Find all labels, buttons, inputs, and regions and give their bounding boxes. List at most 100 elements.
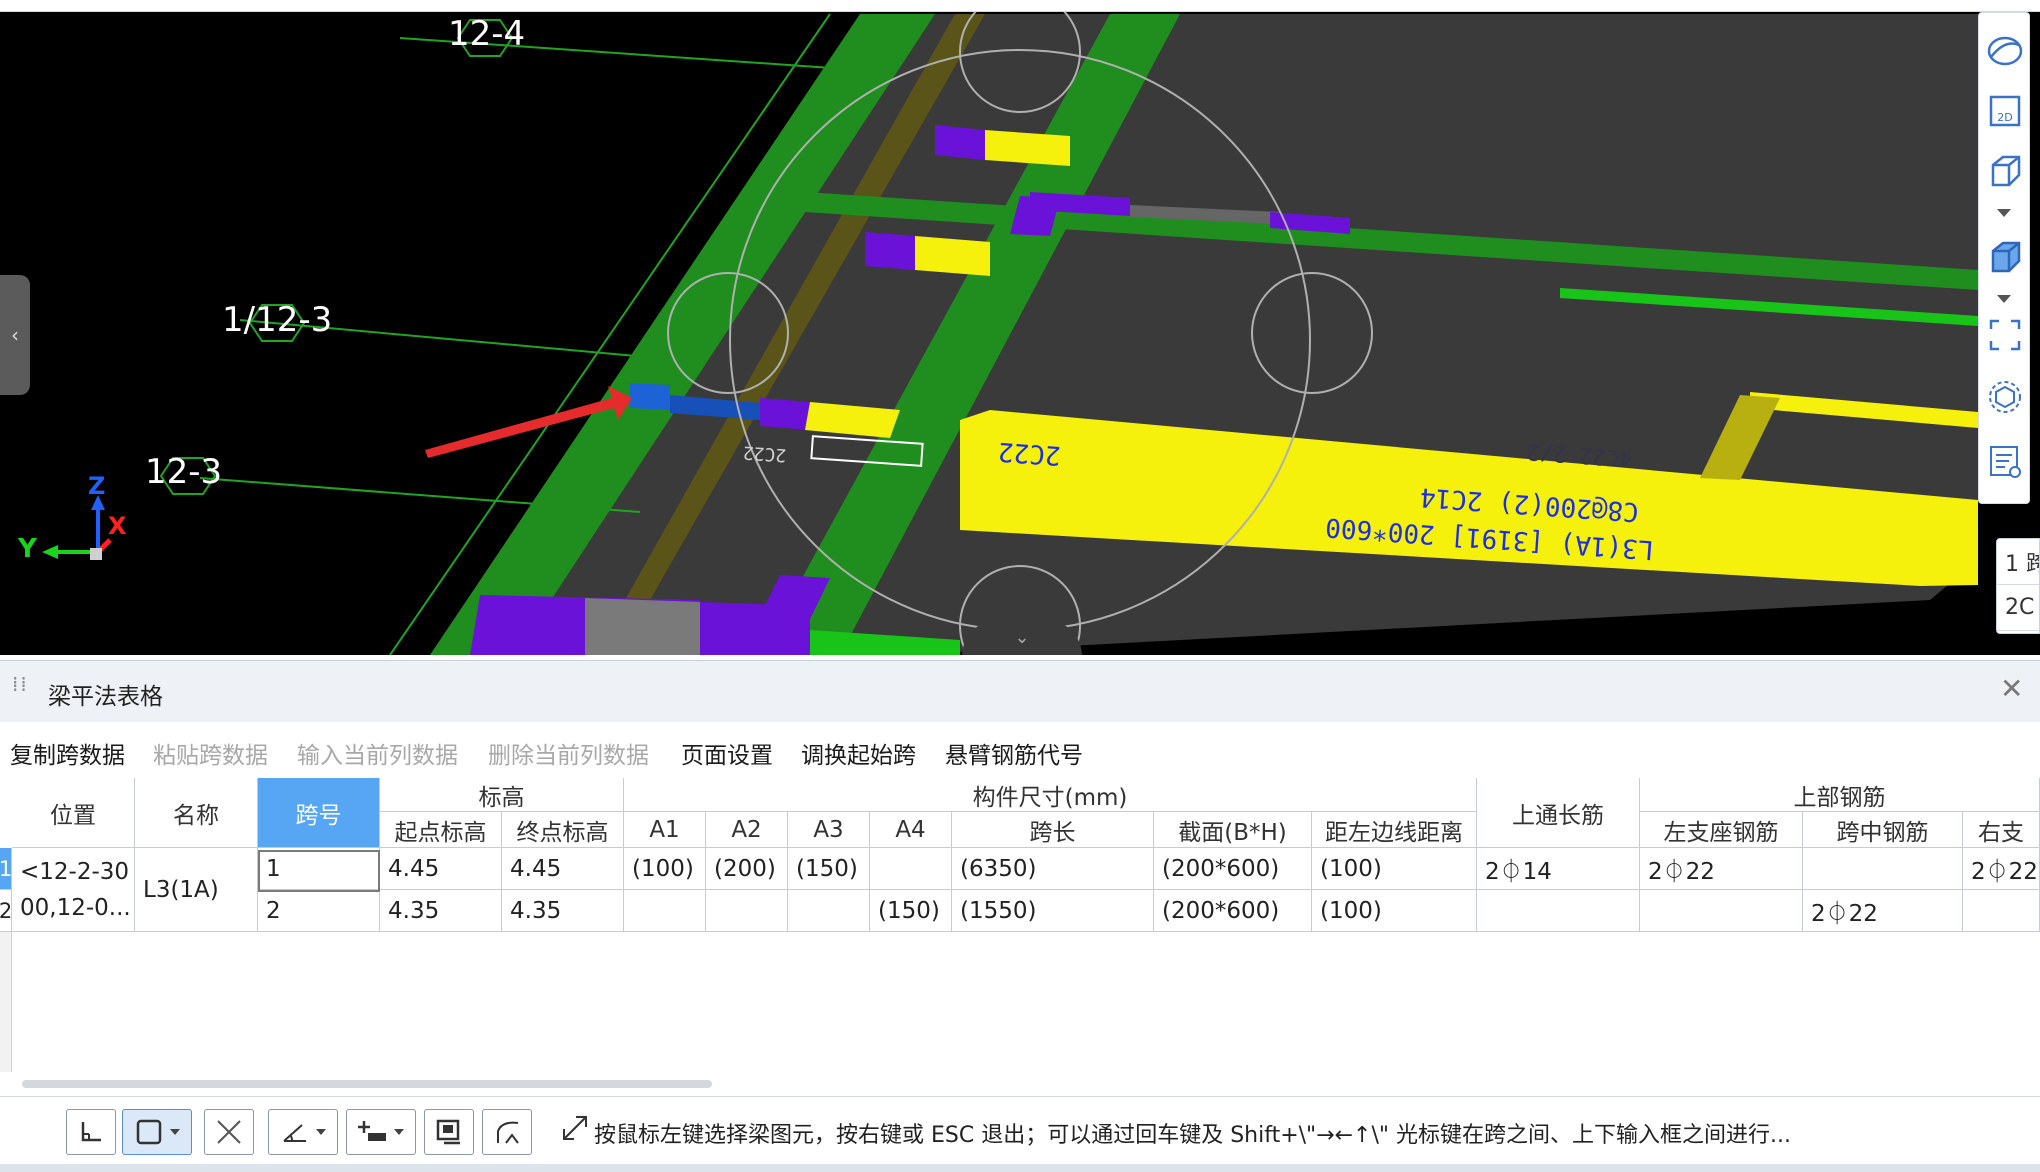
purple-block-6	[760, 398, 810, 430]
cell-section[interactable]: (200*600)	[1154, 848, 1312, 890]
coord-z-label: Z	[88, 472, 106, 500]
add-span-icon[interactable]	[346, 1109, 416, 1155]
cell-mid-span[interactable]: 2⏀22	[1803, 890, 1963, 932]
angle-tool-dropdown-icon[interactable]	[316, 1129, 326, 1135]
selected-beam-head	[630, 383, 670, 410]
small-label: 2C22	[742, 441, 787, 465]
cell-a1[interactable]	[624, 890, 706, 932]
position-line-1: <12-2-30	[20, 858, 130, 885]
header-top-through: 上通长筋	[1477, 778, 1640, 848]
cell-span-length[interactable]: (1550)	[952, 890, 1154, 932]
header-group-dimensions: 构件尺寸(mm)	[624, 778, 1477, 812]
delete-column-data-button[interactable]: 删除当前列数据	[488, 736, 649, 770]
axis-label-12-4: 12-4	[448, 14, 526, 54]
property-list-icon[interactable]	[1987, 443, 2023, 479]
copy-span-data-button[interactable]: 复制跨数据	[10, 736, 125, 770]
corner-select-icon[interactable]	[66, 1109, 116, 1155]
row-number-1[interactable]: 1	[0, 848, 12, 890]
bottom-gray-block	[585, 598, 700, 655]
cell-a1[interactable]: (100)	[624, 848, 706, 890]
angle-tool-icon[interactable]	[268, 1109, 338, 1155]
table-toolbar: 复制跨数据 粘贴跨数据 输入当前列数据 删除当前列数据 页面设置 调换起始跨 悬…	[0, 722, 2040, 778]
drag-grip-icon[interactable]: ⁞⁞	[12, 674, 27, 705]
status-message: 按鼠标左键选择梁图元，按右键或 ESC 退出；可以通过回车键及 Shift+\"…	[594, 1123, 1791, 1148]
header-group-elevation: 标高	[380, 778, 624, 812]
purple-block-2	[865, 232, 915, 270]
display-icon[interactable]	[424, 1109, 474, 1155]
page-setup-button[interactable]: 页面设置	[681, 736, 773, 770]
cell-span[interactable]: 2	[258, 890, 380, 932]
cell-span-length[interactable]: (6350)	[952, 848, 1154, 890]
view-toolbar: 2D	[1978, 12, 2030, 504]
header-span-length: 跨长	[952, 812, 1154, 848]
cell-a4[interactable]: (150)	[870, 890, 952, 932]
header-a2: A2	[706, 812, 788, 848]
coord-x-label: X	[108, 512, 127, 540]
header-edge-distance: 距左边线距离	[1312, 812, 1477, 848]
close-icon[interactable]: ✕	[2000, 675, 2023, 703]
cell-a4[interactable]	[870, 848, 952, 890]
object-cube-icon[interactable]	[1987, 379, 2023, 415]
cell-section[interactable]: (200*600)	[1154, 890, 1312, 932]
status-bar: 按鼠标左键选择梁图元，按右键或 ESC 退出；可以通过回车键及 Shift+\"…	[0, 1096, 2040, 1164]
panel-header: ⁞⁞ 梁平法表格 ✕	[0, 660, 2040, 722]
3d-viewport[interactable]: 2C22 4C22 2/2 L3(1A) [3191] 200*600 C8@2…	[0, 0, 2040, 655]
view-2d-icon[interactable]: 2D	[1987, 93, 2023, 129]
coord-y-label: Y	[18, 534, 37, 564]
cell-start-elev[interactable]: 4.45	[380, 848, 502, 890]
cell-right-support[interactable]: 2⏀22	[1963, 848, 2040, 890]
cell-left-support[interactable]: 2⏀22	[1640, 848, 1803, 890]
svg-text:2D: 2D	[1997, 111, 2012, 124]
orbit-icon[interactable]	[1987, 33, 2023, 69]
cell-a2[interactable]	[706, 890, 788, 932]
cube-view-dropdown-icon[interactable]	[1997, 209, 2011, 217]
cell-top-through[interactable]: 2⏀14	[1477, 848, 1640, 890]
app-window: 2C22 4C22 2/2 L3(1A) [3191] 200*600 C8@2…	[0, 0, 2040, 1172]
cell-start-elev[interactable]: 4.35	[380, 890, 502, 932]
cell-edge-distance[interactable]: (100)	[1312, 848, 1477, 890]
span-float-row-2[interactable]: 2C	[1997, 585, 2039, 631]
fullscreen-icon[interactable]	[1987, 317, 2023, 353]
axis-label-1-12-3: 1/12-3	[222, 300, 333, 340]
paste-span-data-button[interactable]: 粘贴跨数据	[153, 736, 268, 770]
cell-left-support[interactable]	[1640, 890, 1803, 932]
cell-a3[interactable]: (150)	[788, 848, 870, 890]
cantilever-rebar-code-button[interactable]: 悬臂钢筋代号	[945, 736, 1083, 770]
header-a3: A3	[788, 812, 870, 848]
axis-label-12-3: 12-3	[145, 452, 223, 492]
cell-top-through[interactable]	[1477, 890, 1640, 932]
rect-select-icon[interactable]	[122, 1109, 192, 1155]
purple-block-1	[935, 125, 985, 160]
row-number-2[interactable]: 2	[0, 890, 12, 932]
arc-tool-icon[interactable]	[482, 1109, 532, 1155]
viewport-top-strip	[0, 0, 2040, 12]
horizontal-scrollbar[interactable]	[22, 1080, 712, 1088]
collapse-tab[interactable]: ⌄	[962, 620, 1082, 655]
cell-right-support[interactable]	[1963, 890, 2040, 932]
header-right-support: 右支	[1963, 812, 2040, 848]
swap-start-span-button[interactable]: 调换起始跨	[801, 736, 916, 770]
cell-a3[interactable]	[788, 890, 870, 932]
cell-a2[interactable]: (200)	[706, 848, 788, 890]
rect-select-dropdown-icon[interactable]	[170, 1129, 180, 1135]
header-name: 名称	[135, 778, 258, 848]
cell-mid-span[interactable]	[1803, 848, 1963, 890]
cell-name[interactable]: L3(1A)	[135, 848, 258, 932]
input-column-data-button[interactable]: 输入当前列数据	[297, 736, 458, 770]
cube-solid-icon[interactable]	[1987, 239, 2023, 275]
panel-title: 梁平法表格	[48, 684, 163, 710]
cube-view-icon[interactable]	[1987, 153, 2023, 189]
header-span[interactable]: 跨号	[258, 778, 380, 848]
cube-solid-dropdown-icon[interactable]	[1997, 295, 2011, 303]
cell-span[interactable]: 1	[258, 848, 380, 890]
side-panel-handle[interactable]: ‹	[0, 275, 30, 395]
cell-end-elev[interactable]: 4.35	[502, 890, 624, 932]
cell-edge-distance[interactable]: (100)	[1312, 890, 1477, 932]
cell-end-elev[interactable]: 4.45	[502, 848, 624, 890]
cross-select-icon[interactable]	[204, 1109, 254, 1155]
add-span-dropdown-icon[interactable]	[394, 1129, 404, 1135]
header-end-elev: 终点标高	[502, 812, 624, 848]
header-mid-span: 跨中钢筋	[1803, 812, 1963, 848]
cell-position[interactable]: <12-2-30 00,12-0...	[12, 848, 135, 932]
header-group-top-rebar: 上部钢筋	[1640, 778, 2040, 812]
